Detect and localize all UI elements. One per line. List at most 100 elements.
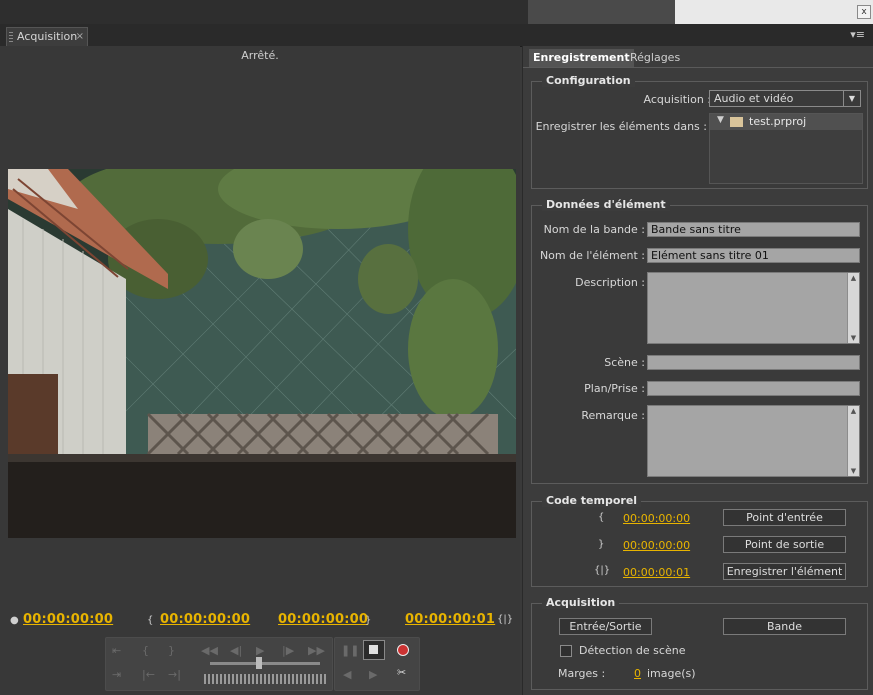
shot-input[interactable] [647,381,860,396]
log-element-button[interactable]: Enregistrer l'élément [723,563,846,580]
set-in-icon[interactable]: ⇤ [112,644,121,657]
duration-icon: {|} [594,565,611,576]
panel-menu-icon[interactable]: ▾≡ [850,28,865,41]
tape-capture-button[interactable]: Bande [723,618,846,635]
record-icon[interactable] [397,644,409,656]
tab-settings[interactable]: Réglages [626,49,684,67]
configuration-title: Configuration [542,74,635,87]
goto-out-icon[interactable]: } [168,644,175,657]
set-out-icon[interactable]: ⇥ [112,668,121,681]
capture-monitor: Arrêté. ● 00:00:00:00 {00:00:00:00 00:0… [0,46,520,695]
rewind-icon[interactable]: ◀◀ [201,644,218,657]
stop-icon [369,645,378,654]
jog-wheel[interactable] [204,674,326,684]
top-strip: x [0,0,873,24]
record-controls: ❚❚ ◀ ▶ ✂ [334,637,420,691]
play-icon[interactable]: ▶ [256,644,264,657]
transport-controls: ⇤ { } ◀◀ ◀| ▶ |▶ ▶▶ ⇥ |← →| [105,637,333,691]
out-point-icon: } [598,539,605,550]
record-prev-icon[interactable]: ◀ [343,668,351,681]
tab-divider [523,67,873,68]
timecode-in-value[interactable]: 00:00:00:00 [623,512,690,525]
timecode-out[interactable]: 00:00:00:00 [278,612,368,630]
set-out-point-button[interactable]: Point de sortie [723,536,846,553]
project-name: test.prproj [749,115,807,128]
chevron-down-icon: ▼ [843,91,860,106]
element-name-label: Nom de l'élément : [539,249,645,262]
scroll-up-icon[interactable]: ▲ [848,407,859,415]
folder-icon [730,117,743,127]
configuration-group: Configuration Acquisition : Audio et vid… [531,74,868,189]
record-next-icon[interactable]: ▶ [369,668,377,681]
element-data-group: Données d'élément Nom de la bande : Band… [531,198,868,484]
save-location-tree[interactable]: ▼ test.prproj [709,113,863,184]
timecode-title: Code temporel [542,494,642,507]
description-textarea[interactable]: ▲ ▼ [647,272,860,344]
note-textarea[interactable]: ▲ ▼ [647,405,860,477]
fast-forward-icon[interactable]: ▶▶ [308,644,325,657]
set-in-point-button[interactable]: Point d'entrée [723,509,846,526]
expand-icon[interactable]: ▼ [717,115,724,125]
capture-settings-panel: Enregistrement Réglages Configuration Ac… [522,46,873,695]
element-name-input[interactable]: Elément sans titre 01 [647,248,860,263]
acquisition-select-value: Audio et vidéo [714,92,794,105]
scene-detect-checkbox[interactable] [560,645,572,657]
capture-group: Acquisition Entrée/Sortie Bande Détectio… [531,596,868,690]
panel-tab-bar: Acquisition × ▾≡ [0,24,873,47]
top-strip-mid [528,0,675,24]
tape-name-input[interactable]: Bande sans titre [647,222,860,237]
status-text: Arrêté. [241,49,279,62]
margins-unit: image(s) [647,667,696,680]
tree-item-project[interactable]: ▼ test.prproj [710,114,862,130]
timecode-duration[interactable]: 00:00:00:01 [405,612,495,630]
acquisition-select[interactable]: Audio et vidéo ▼ [709,90,861,107]
tape-name-label: Nom de la bande : [543,223,645,236]
scroll-down-icon[interactable]: ▼ [848,467,859,475]
out-point-icon: } [365,615,372,626]
margins-value[interactable]: 0 [634,667,641,680]
note-label: Remarque : [581,409,645,422]
video-frame-image [8,169,516,538]
step-forward-icon[interactable]: |▶ [282,644,294,657]
margins-label: Marges : [558,667,606,680]
element-data-title: Données d'élément [542,198,670,211]
playhead-icon: ● [10,615,19,626]
grip-icon [9,32,13,42]
shot-label: Plan/Prise : [584,382,645,395]
timecode-duration-value[interactable]: 00:00:00:01 [623,566,690,579]
timecode-in[interactable]: 00:00:00:00 [160,612,250,630]
scroll-down-icon[interactable]: ▼ [848,334,859,342]
timecode-group: Code temporel { 00:00:00:00 Point d'entr… [531,494,868,587]
scroll-up-icon[interactable]: ▲ [848,274,859,282]
video-preview [8,169,516,538]
tab-acquisition-label: Acquisition [17,30,78,43]
tab-recording[interactable]: Enregistrement [529,49,634,67]
description-scrollbar[interactable]: ▲ ▼ [847,273,859,343]
scene-detect-label: Détection de scène [579,644,686,657]
next-scene-icon[interactable]: →| [168,668,181,681]
note-scrollbar[interactable]: ▲ ▼ [847,406,859,476]
scene-input[interactable] [647,355,860,370]
description-label: Description : [575,276,645,289]
in-point-icon: { [147,615,154,626]
top-strip-light [675,0,873,24]
timecode-out-value[interactable]: 00:00:00:00 [623,539,690,552]
prev-scene-icon[interactable]: |← [142,668,155,681]
pause-icon[interactable]: ❚❚ [341,644,359,657]
step-back-icon[interactable]: ◀| [230,644,242,657]
save-location-label: Enregistrer les éléments dans : [535,120,707,133]
acquisition-label: Acquisition : [643,93,711,106]
scene-detect-icon[interactable]: ✂ [397,666,406,679]
scene-label: Scène : [604,356,645,369]
window-close-button[interactable]: x [857,5,871,19]
tab-acquisition[interactable]: Acquisition × [6,27,88,46]
timecode-current[interactable]: 00:00:00:00 [23,612,113,630]
goto-in-icon[interactable]: { [142,644,149,657]
stop-button[interactable] [363,640,385,660]
in-out-capture-button[interactable]: Entrée/Sortie [559,618,652,635]
tab-close-icon[interactable]: × [76,28,84,46]
shuttle-handle[interactable] [256,657,262,669]
capture-title: Acquisition [542,596,620,609]
shuttle-slider[interactable] [210,662,320,665]
duration-icon: {|} [497,614,514,625]
